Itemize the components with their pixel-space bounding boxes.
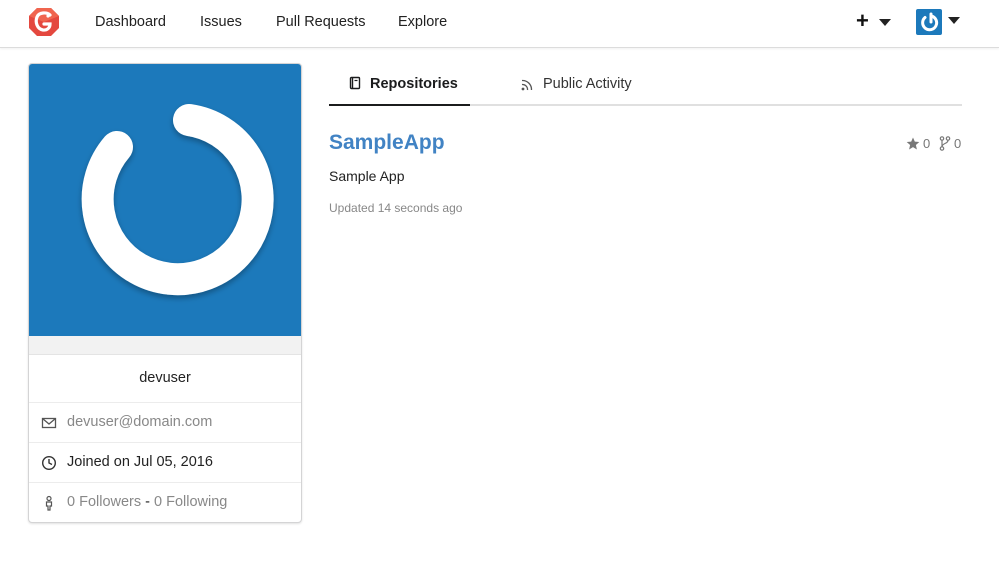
nav-issues-link[interactable]: Issues [200,14,242,30]
star-icon [906,137,920,150]
repo-updated-time: Updated 14 seconds ago [329,201,463,215]
user-profile-card: devuser devuser@domain.com Joined on Jul… [28,63,302,523]
power-logo-icon [81,104,274,296]
nav-explore-link[interactable]: Explore [398,14,447,30]
repo-fork-count[interactable]: 0 [954,136,961,151]
nav-dashboard-link[interactable]: Dashboard [95,14,166,30]
book-icon [349,76,361,90]
create-new-plus-button[interactable]: + [856,9,869,33]
clock-icon [41,455,57,471]
profile-follow-row: 0 Followers - 0 Following [29,483,301,522]
repo-description: Sample App [329,168,405,184]
tab-public-activity[interactable]: Public Activity [519,64,649,106]
profile-tabs: Repositories Public Activity [329,64,962,106]
top-navbar: Dashboard Issues Pull Requests Explore + [0,0,999,48]
nav-pull-requests-link[interactable]: Pull Requests [276,14,365,30]
followers-link[interactable]: 0 Followers [67,494,141,510]
create-dropdown-caret-icon[interactable] [879,19,891,26]
user-avatar-menu-button[interactable] [916,9,942,35]
profile-email-link[interactable]: devuser@domain.com [67,414,212,430]
rss-icon [521,79,533,91]
person-icon [45,495,53,511]
mail-icon [41,417,57,429]
profile-username: devuser [29,355,301,403]
following-link[interactable]: 0 Following [154,494,227,510]
tab-repositories[interactable]: Repositories [329,64,470,106]
avatar-footer-strip [29,336,301,355]
fork-icon [939,136,951,151]
repo-name-link[interactable]: SampleApp [329,131,445,155]
repo-star-count[interactable]: 0 [923,136,930,151]
power-logo-icon [921,12,939,32]
profile-joined-date: Joined on Jul 05, 2016 [67,454,213,470]
profile-avatar [29,64,301,336]
user-menu-caret-icon[interactable] [948,17,960,24]
profile-follow-stats: 0 Followers - 0 Following [67,494,227,510]
gogs-logo-icon[interactable] [28,6,60,38]
repo-stats: 0 0 [906,136,964,152]
tab-repositories-label: Repositories [370,76,458,92]
profile-joined-row: Joined on Jul 05, 2016 [29,443,301,483]
follow-separator: - [141,494,155,510]
profile-email-row: devuser@domain.com [29,403,301,443]
tab-public-activity-label: Public Activity [543,76,632,92]
